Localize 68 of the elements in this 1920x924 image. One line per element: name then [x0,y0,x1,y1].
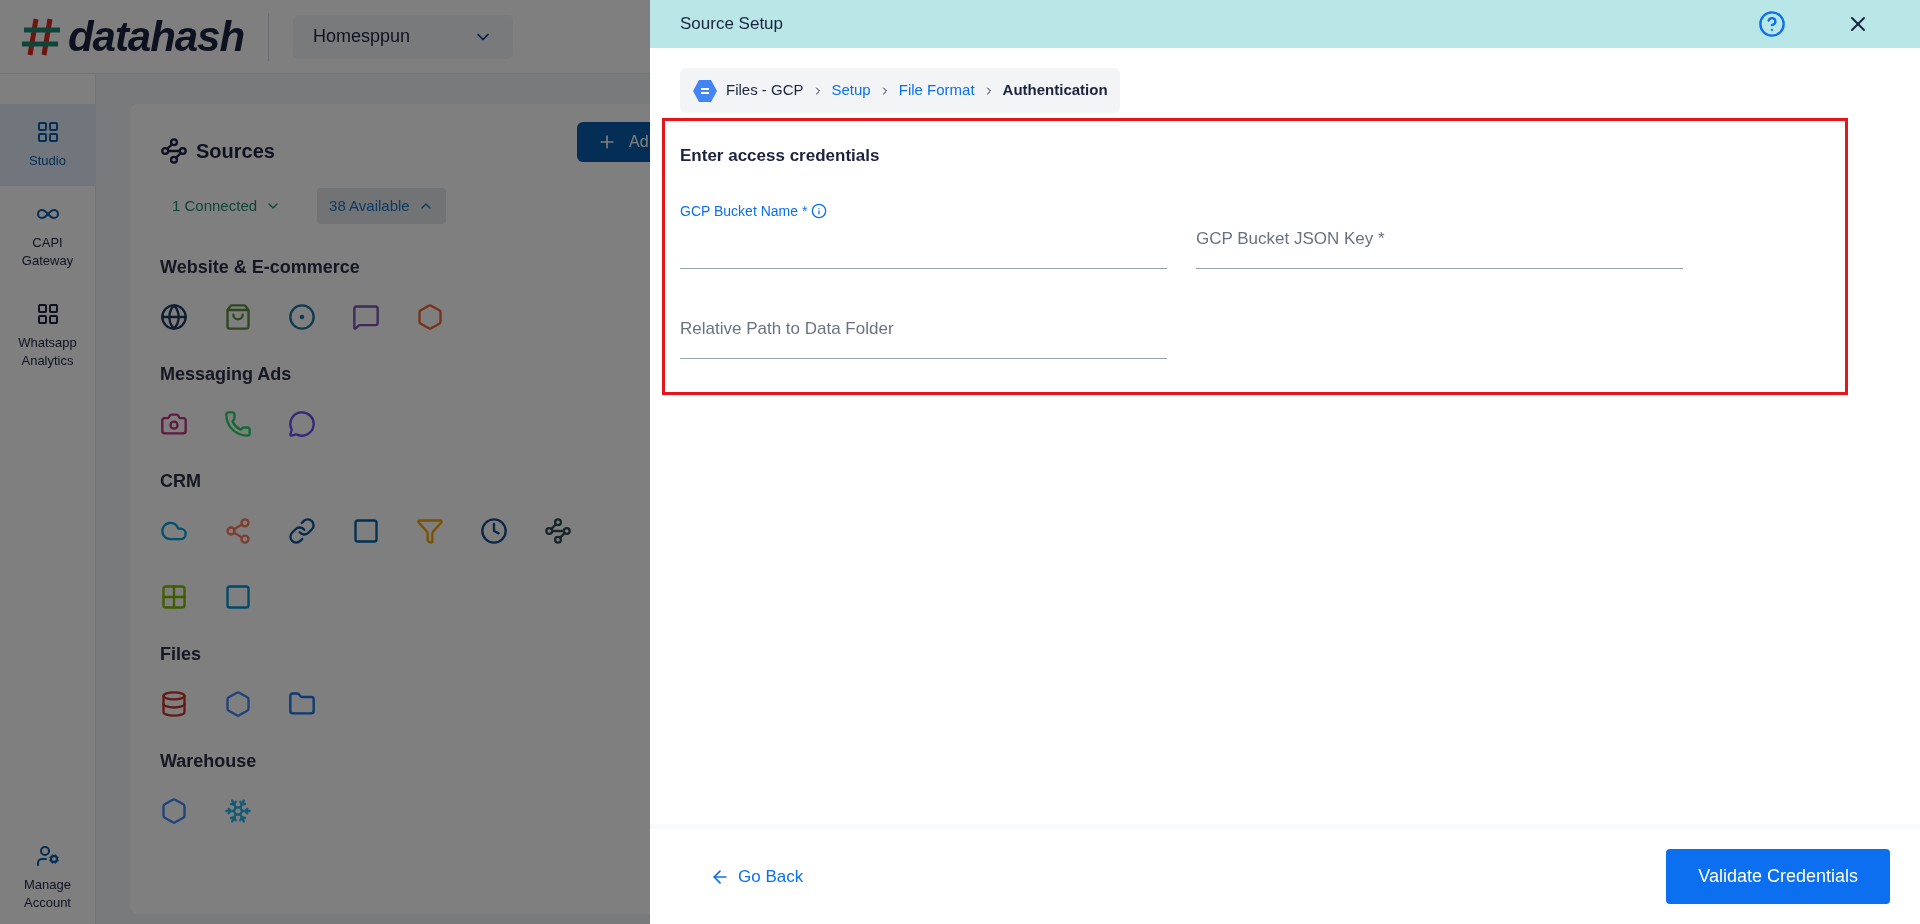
phone-icon [224,410,252,438]
nav-item[interactable]: Manage Account [0,844,95,924]
nav-item[interactable]: CAPI Gateway [0,186,95,286]
source-tile[interactable] [288,517,316,545]
source-tile[interactable] [160,797,188,825]
globe-icon [160,303,188,331]
user-settings-icon [35,844,60,868]
help-icon[interactable] [1758,10,1786,38]
hexagon-icon [160,797,188,825]
drawer-title: Source Setup [680,13,784,36]
hub-icon [224,517,252,545]
clock-icon [480,517,508,545]
category-title: Warehouse [160,750,258,773]
circle-icon [288,303,316,331]
source-tile[interactable] [224,517,252,545]
source-tile[interactable] [160,303,188,331]
folder-icon [288,690,316,718]
funnel-icon [416,517,444,545]
brand-name: datahash [68,12,244,62]
source-tile[interactable] [224,410,252,438]
source-tile[interactable] [416,303,444,331]
source-tile[interactable] [288,690,316,718]
input-field[interactable]: GCP Bucket JSON Key * [1196,194,1683,269]
filter-toggle[interactable]: 38 Available [317,188,446,224]
sources-icon [160,137,188,165]
grid-icon [35,302,60,326]
square-icon [352,517,380,545]
category-title: CRM [160,470,202,493]
source-tile[interactable] [480,517,508,545]
grid-icon [35,120,60,144]
category-title: Files [160,643,203,666]
filter-toggle[interactable]: 1 Connected [160,188,294,224]
page-title: Sources [196,139,275,164]
source-tile[interactable] [224,797,252,825]
source-tile[interactable] [288,410,316,438]
source-tile[interactable] [352,517,380,545]
link-icon [288,517,316,545]
breadcrumb-link[interactable]: Setup [831,79,871,102]
field-label: GCP Bucket JSON Key * [1196,228,1385,250]
source-tile[interactable] [352,303,380,331]
input-field[interactable]: GCP Bucket Name * [680,194,1167,269]
field-label: Relative Path to Data Folder [680,318,894,340]
source-tile[interactable] [224,303,252,331]
field-label: GCP Bucket Name * [680,201,808,221]
source-tile[interactable] [224,690,252,718]
hexagon-icon [692,78,718,103]
four-squares-icon [160,583,188,611]
hexagon-icon [224,690,252,718]
validate-button[interactable]: Validate Credentials [1666,849,1890,904]
nav-item[interactable]: Studio [0,104,95,186]
back-button[interactable]: Go Back [710,863,804,890]
breadcrumb-item: Files - GCP [726,80,804,101]
bag-icon [224,303,252,331]
speech-bubble-icon [352,303,380,331]
source-tile[interactable] [160,583,188,611]
category-title: Website & E-commerce [160,256,361,279]
input-field[interactable]: Relative Path to Data Folder [680,284,1167,359]
info-icon [811,203,828,219]
chat-bubble-icon [288,410,316,438]
nav-item[interactable]: Whatsapp Analytics [0,286,95,386]
breadcrumb-link[interactable]: File Format [898,79,975,102]
source-tile[interactable] [416,517,444,545]
hexagon-icon [416,303,444,331]
snowflake-icon [224,797,252,825]
workspace-dropdown[interactable]: Homesppun [293,14,513,59]
breadcrumb-item: Authentication [1002,80,1108,101]
source-tile[interactable] [288,303,316,331]
category-title: Messaging Ads [160,363,293,386]
